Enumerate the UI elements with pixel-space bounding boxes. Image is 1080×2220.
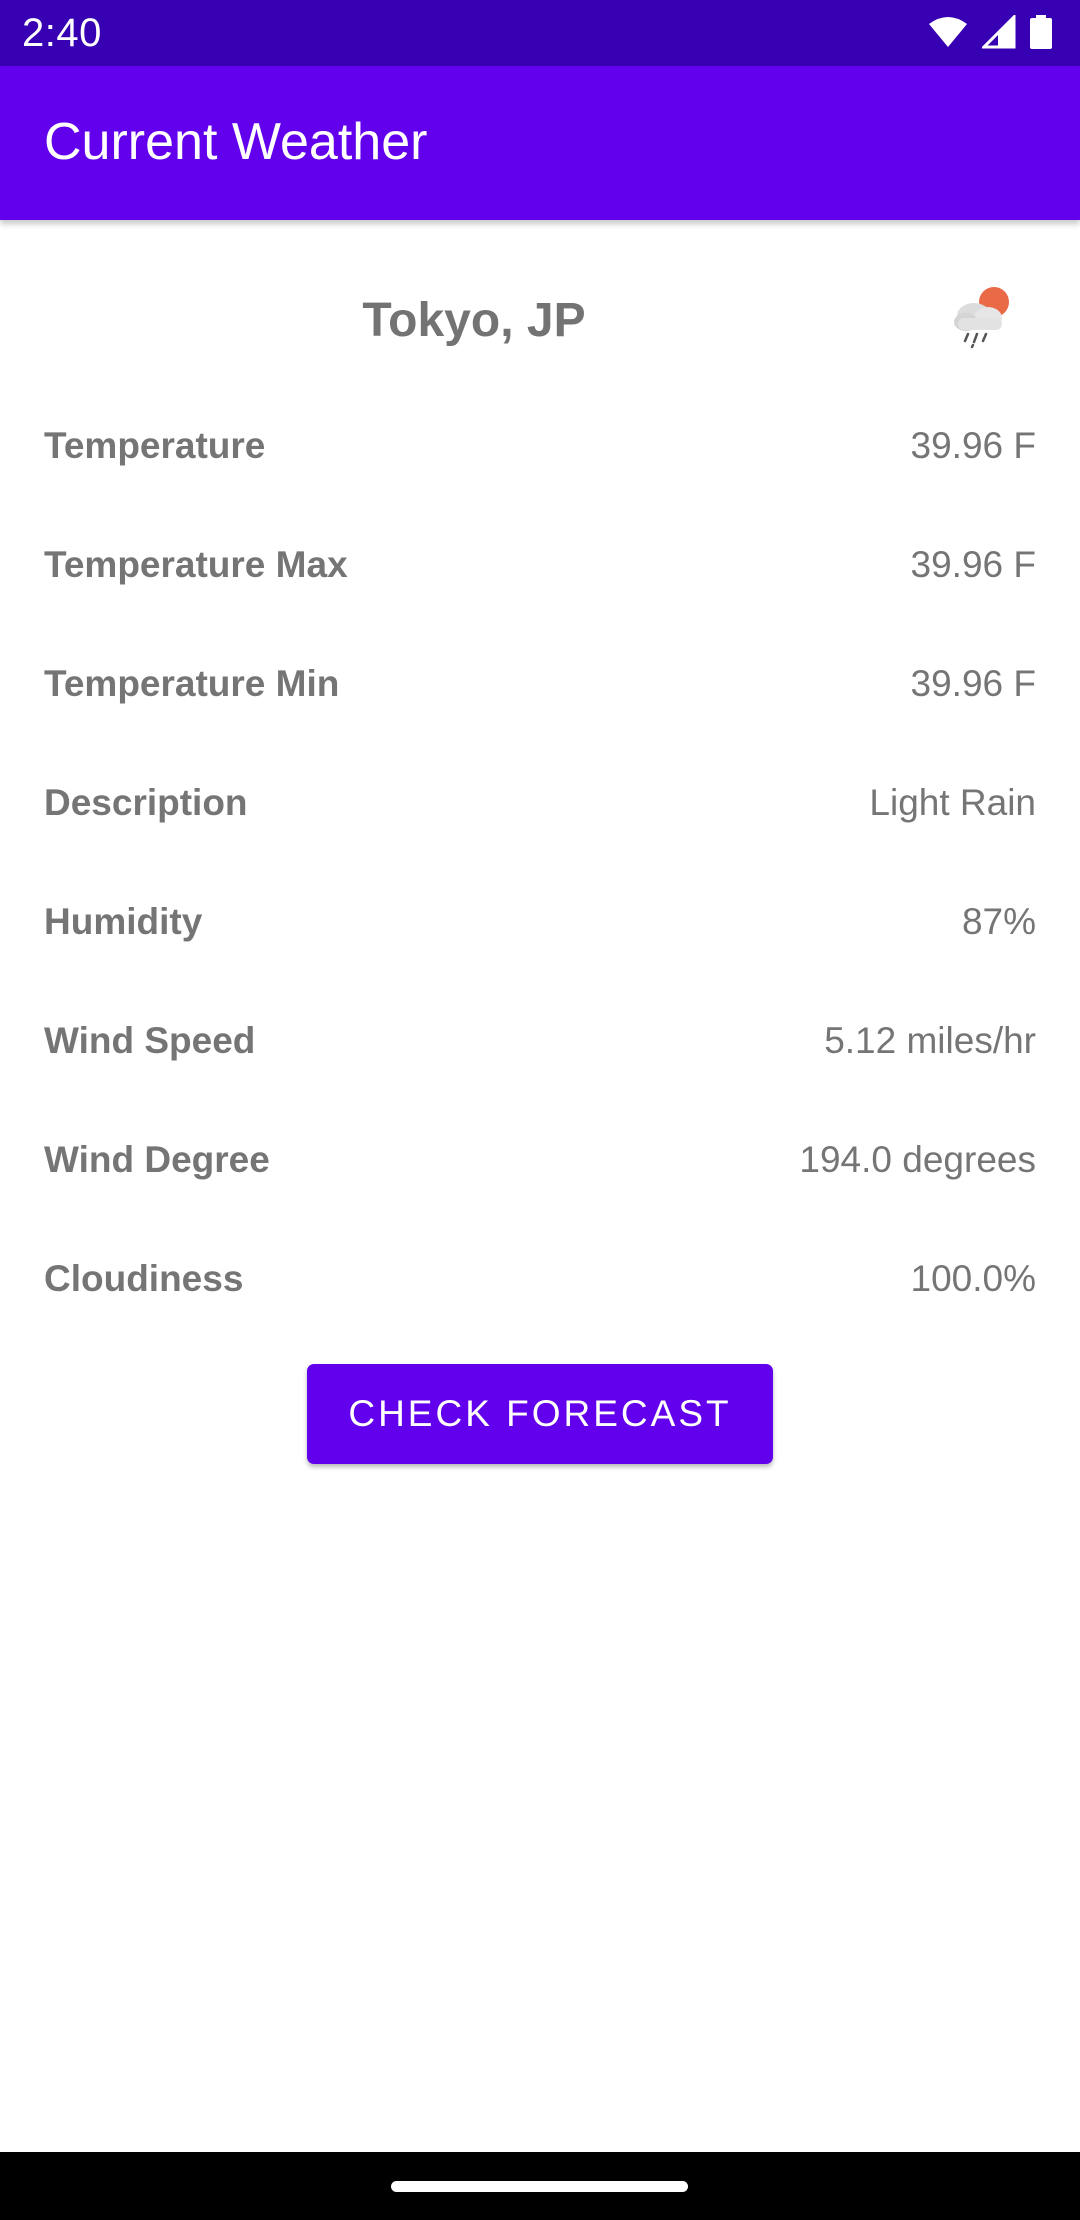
check-forecast-button[interactable]: CHECK FORECAST [307, 1364, 773, 1464]
status-bar: 2:40 [0, 0, 1080, 66]
detail-label: Humidity [44, 901, 203, 942]
detail-value: 39.96 F [910, 544, 1036, 585]
city-name: Tokyo, JP [362, 294, 586, 347]
detail-row-cloudiness: Cloudiness 100.0% [44, 1249, 1036, 1309]
page-title: Current Weather [44, 113, 428, 171]
status-icons [928, 12, 1052, 54]
detail-label: Cloudiness [44, 1258, 244, 1299]
detail-row-wind-degree: Wind Degree 194.0 degrees [44, 1130, 1036, 1190]
detail-value: 5.12 miles/hr [824, 1020, 1036, 1061]
detail-value: 39.96 F [910, 425, 1036, 466]
detail-value: 39.96 F [910, 663, 1036, 704]
status-time: 2:40 [22, 11, 102, 55]
detail-value: 87% [961, 901, 1036, 942]
detail-row-temperature-min: Temperature Min 39.96 F [44, 654, 1036, 714]
app-bar: Current Weather [0, 66, 1080, 220]
detail-label: Description [44, 782, 248, 823]
detail-row-temperature: Temperature 39.96 F [44, 416, 1036, 476]
cellular-signal-icon [980, 12, 1016, 54]
detail-label: Wind Degree [44, 1139, 270, 1180]
weather-screen: 2:40 Current Weather Tokyo, JP Temperatu… [0, 0, 1080, 2220]
detail-label: Temperature [44, 425, 266, 466]
detail-row-temperature-max: Temperature Max 39.96 F [44, 535, 1036, 595]
detail-row-wind-speed: Wind Speed 5.12 miles/hr [44, 1011, 1036, 1071]
detail-row-description: Description Light Rain [44, 773, 1036, 833]
detail-value: Light Rain [869, 782, 1036, 823]
detail-value: 194.0 degrees [799, 1139, 1036, 1180]
location-header: Tokyo, JP [0, 280, 1080, 364]
wifi-icon [928, 16, 968, 53]
detail-value: 100.0% [910, 1258, 1037, 1299]
detail-label: Temperature Max [44, 544, 348, 585]
weather-details: Tokyo, JP Temperature 39.96 F Temperatur… [0, 220, 1080, 2152]
detail-label: Wind Speed [44, 1020, 256, 1061]
detail-row-humidity: Humidity 87% [44, 892, 1036, 952]
detail-label: Temperature Min [44, 663, 340, 704]
home-handle[interactable] [391, 2181, 688, 2192]
battery-icon [1030, 14, 1052, 54]
navigation-bar [0, 2152, 1080, 2220]
light-rain-cloud-sun-icon [946, 280, 1016, 350]
